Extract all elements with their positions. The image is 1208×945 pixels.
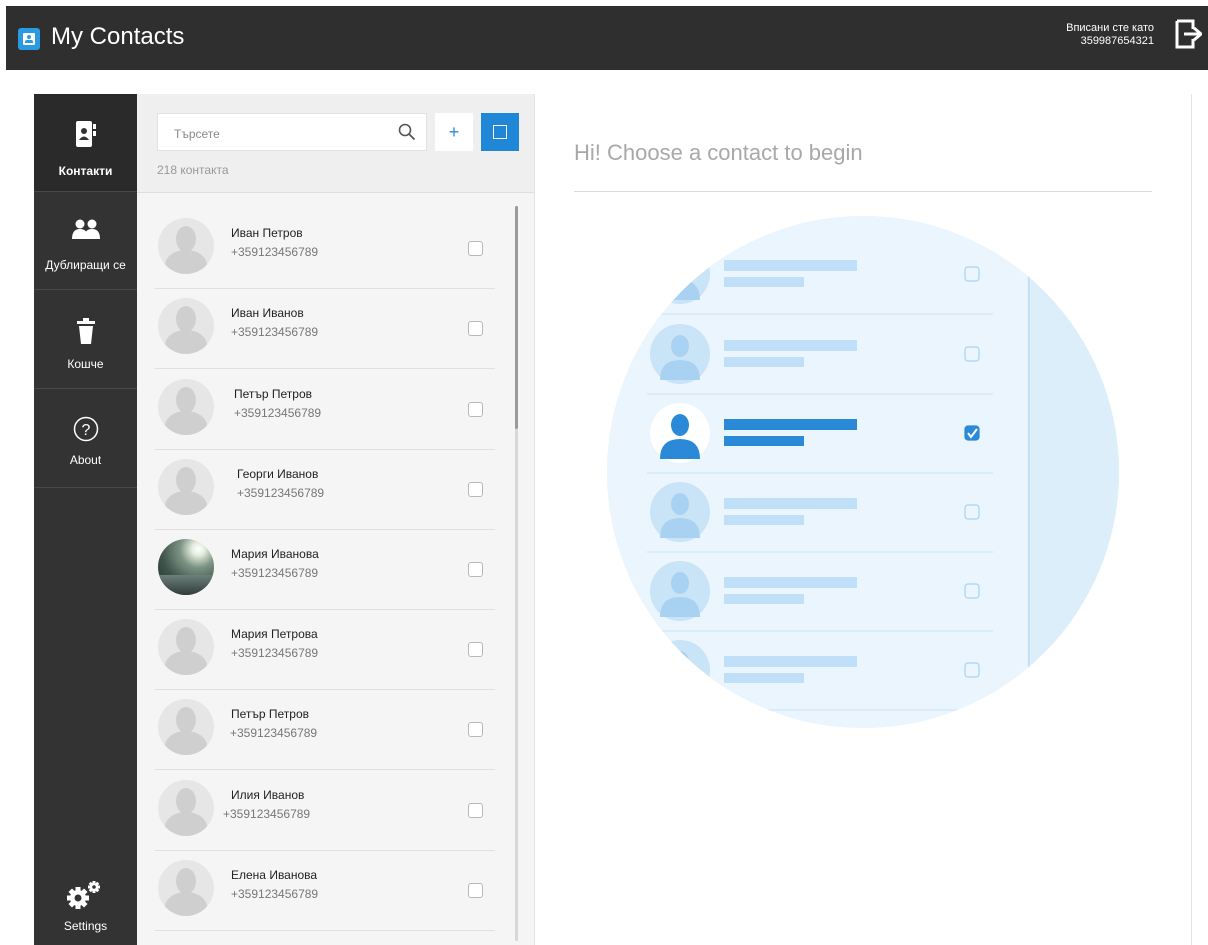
contact-phone: +359123456789 (231, 566, 319, 580)
svg-text:?: ? (81, 422, 90, 439)
contact-photo (158, 539, 214, 595)
nav-label-duplicates: Дублиращи се (45, 258, 126, 272)
empty-state-title: Hi! Choose a contact to begin (574, 140, 863, 165)
settings-label: Settings (63, 919, 108, 933)
divider (574, 191, 1152, 192)
contact-row[interactable]: Петър Петров +359123456789 (155, 689, 495, 770)
contact-row[interactable]: Илия Иванов +359123456789 (155, 770, 495, 851)
contact-row[interactable]: Елена Иванова +359123456789 (155, 850, 495, 931)
search-input[interactable] (172, 124, 386, 144)
nav-label-about: About (69, 453, 102, 467)
contact-row[interactable]: Петър Петров +359123456789 (155, 369, 495, 450)
contact-phone: +359123456789 (237, 486, 325, 500)
logged-in-phone: 359987654321 (1080, 35, 1154, 47)
list-scrollbar[interactable] (515, 206, 518, 941)
contact-phone: +359123456789 (223, 807, 311, 821)
contacts-toolbar: + 218 контакта (137, 94, 534, 193)
checkbox-square-icon (493, 125, 507, 139)
gears-icon (67, 881, 100, 909)
contact-phone: +359123456789 (234, 406, 322, 420)
default-avatar-icon (158, 379, 214, 435)
add-contact-button[interactable]: + (435, 113, 473, 151)
contact-checkbox[interactable] (468, 241, 483, 256)
help-icon: ? (73, 416, 98, 442)
contact-name: Иван Петров (231, 226, 303, 240)
search-box[interactable] (157, 113, 427, 151)
logout-icon[interactable] (1174, 18, 1202, 50)
default-avatar-icon (158, 218, 214, 274)
contact-name: Петър Петров (234, 387, 313, 401)
nav-label-trash: Кошче (67, 357, 104, 371)
contact-checkbox[interactable] (468, 883, 483, 898)
contact-row[interactable]: Мария Петрова +359123456789 (155, 609, 495, 690)
app-header: My Contacts Вписани сте като 35998765432… (6, 6, 1208, 70)
contact-name: Мария Петрова (231, 627, 318, 641)
choose-contact-illustration (607, 216, 1119, 728)
address-book-icon (75, 121, 96, 147)
logged-in-info: Вписани сте като 359987654321 (1066, 22, 1154, 48)
trash-icon (76, 318, 95, 344)
contact-name: Петър Петров (231, 707, 310, 721)
contact-checkbox[interactable] (468, 642, 483, 657)
contact-name: Мария Иванова (231, 547, 319, 561)
contact-name: Елена Иванова (231, 868, 318, 882)
default-avatar-icon (158, 860, 214, 916)
nav-item-duplicates[interactable]: Дублиращи се (34, 192, 137, 290)
nav-item-trash[interactable]: Кошче (34, 291, 137, 389)
contact-checkbox[interactable] (468, 321, 483, 336)
nav-item-contacts[interactable]: Контакти (34, 94, 137, 192)
contact-phone: +359123456789 (231, 887, 319, 901)
default-avatar-icon (158, 699, 214, 755)
contact-checkbox[interactable] (468, 402, 483, 417)
contact-phone: +359123456789 (231, 646, 319, 660)
nav-label-contacts: Контакти (58, 164, 113, 178)
logged-in-label: Вписани сте като (1066, 22, 1154, 34)
contact-phone: +359123456789 (231, 245, 319, 259)
select-all-button[interactable] (481, 113, 519, 151)
contact-checkbox[interactable] (468, 803, 483, 818)
contacts-logo-icon (18, 28, 40, 50)
contact-row[interactable]: Иван Петров +359123456789 (155, 208, 495, 289)
contact-checkbox[interactable] (468, 482, 483, 497)
default-avatar-icon (158, 459, 214, 515)
scrollbar-thumb[interactable] (515, 206, 518, 429)
contacts-count: 218 контакта (157, 163, 229, 177)
contact-name: Иван Иванов (231, 306, 304, 320)
contact-phone: +359123456789 (231, 325, 319, 339)
app-title: My Contacts (51, 23, 185, 50)
people-icon (71, 219, 100, 239)
contact-phone: +359123456789 (230, 726, 318, 740)
default-avatar-icon (158, 619, 214, 675)
contacts-panel: + 218 контакта Иван Петров+359123456789И… (137, 94, 534, 945)
main-panel: Hi! Choose a contact to begin (534, 94, 1192, 945)
contact-row[interactable]: Георги Иванов +359123456789 (155, 449, 495, 530)
search-icon[interactable] (398, 123, 416, 141)
default-avatar-icon (158, 298, 214, 354)
contact-name: Илия Иванов (231, 788, 305, 802)
contact-row[interactable]: Иван Иванов +359123456789 (155, 288, 495, 369)
default-avatar-icon (158, 780, 214, 836)
nav-item-about[interactable]: ? About (34, 390, 137, 488)
contact-checkbox[interactable] (468, 562, 483, 577)
sidebar-nav: Контакти Дублиращи се Кошче ? About Sett… (34, 94, 137, 945)
contact-row[interactable]: Мария Иванова +359123456789 (155, 529, 495, 610)
contact-name: Георги Иванов (237, 467, 319, 481)
contact-checkbox[interactable] (468, 722, 483, 737)
settings-button[interactable]: Settings (34, 874, 137, 944)
